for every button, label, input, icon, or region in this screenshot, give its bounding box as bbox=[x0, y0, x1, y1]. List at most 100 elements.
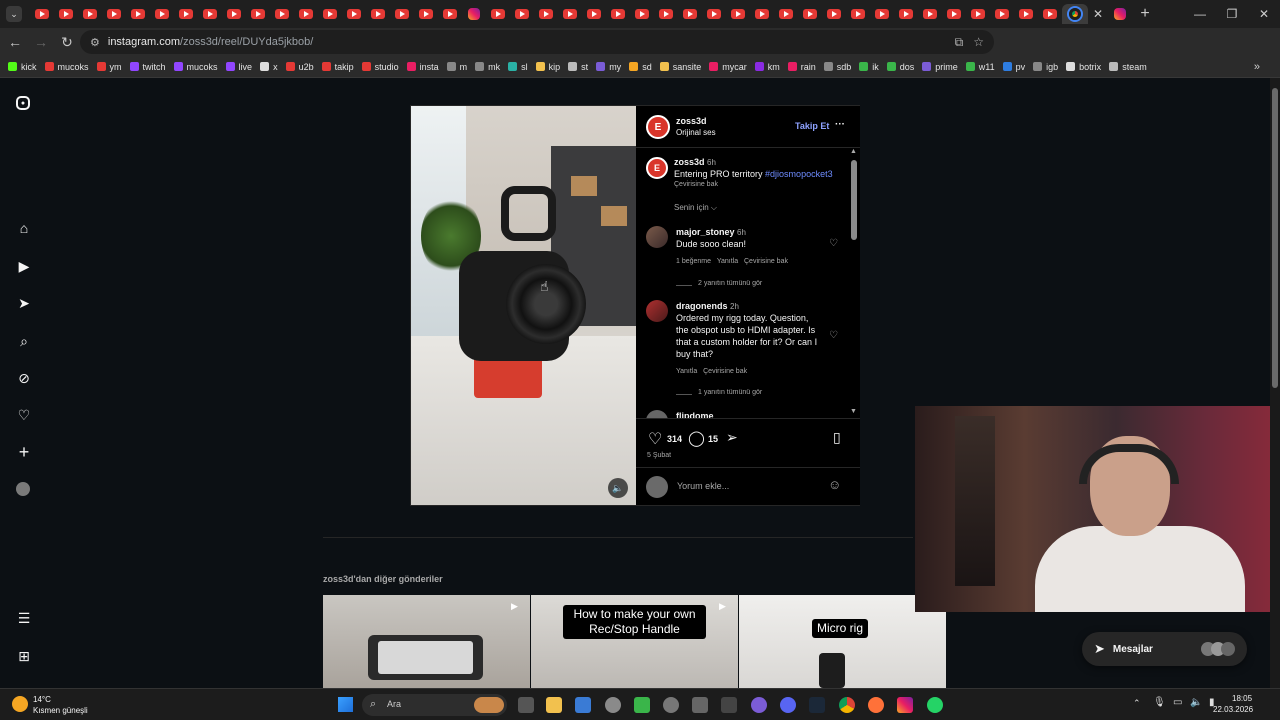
comment-username[interactable]: dragonends bbox=[676, 301, 728, 311]
tab-youtube[interactable] bbox=[822, 4, 846, 24]
steam-icon[interactable] bbox=[809, 697, 825, 713]
tab-youtube[interactable] bbox=[1038, 4, 1062, 24]
app-icon[interactable] bbox=[634, 697, 650, 713]
bookmark-item[interactable]: steam bbox=[1109, 62, 1147, 72]
taskbar-search[interactable]: ⌕ Ara bbox=[362, 694, 507, 716]
commenter-avatar[interactable] bbox=[646, 300, 668, 322]
tab-youtube[interactable] bbox=[1014, 4, 1038, 24]
comment-username[interactable]: flipdome bbox=[676, 411, 714, 418]
tab-youtube[interactable] bbox=[510, 4, 534, 24]
scroll-down-icon[interactable]: ▼ bbox=[850, 408, 857, 415]
close-window-icon[interactable]: ✕ bbox=[1248, 0, 1280, 28]
tab-youtube[interactable] bbox=[942, 4, 966, 24]
tab-youtube[interactable] bbox=[534, 4, 558, 24]
view-replies-link[interactable]: 2 yanıtın tümünü gör bbox=[698, 280, 762, 287]
microphone-icon[interactable]: 🎙 bbox=[1153, 697, 1166, 708]
create-plus-icon[interactable]: + bbox=[16, 442, 32, 462]
bookmarks-overflow-icon[interactable]: » bbox=[1254, 61, 1260, 73]
tab-youtube[interactable] bbox=[342, 4, 366, 24]
bookmark-item[interactable]: ik bbox=[859, 62, 879, 72]
scroll-thumb[interactable] bbox=[851, 160, 857, 240]
tab-youtube[interactable] bbox=[798, 4, 822, 24]
settings-icon[interactable] bbox=[605, 697, 621, 713]
install-app-icon[interactable]: ⧉ bbox=[955, 35, 964, 50]
weather-sun-icon[interactable] bbox=[12, 696, 28, 712]
sort-selector[interactable]: Senin için ⌵ bbox=[674, 203, 717, 213]
tab-instagram[interactable] bbox=[462, 4, 486, 24]
add-comment-input[interactable]: Yorum ekle... bbox=[677, 481, 729, 491]
page-scroll-thumb[interactable] bbox=[1272, 88, 1278, 388]
bookmark-item[interactable]: st bbox=[568, 62, 588, 72]
home-icon[interactable]: ⌂ bbox=[16, 220, 32, 236]
tab-youtube[interactable] bbox=[894, 4, 918, 24]
tab-active[interactable] bbox=[1062, 4, 1088, 24]
tab-youtube[interactable] bbox=[390, 4, 414, 24]
bookmark-item[interactable]: sansite bbox=[659, 62, 701, 72]
tab-youtube[interactable] bbox=[582, 4, 606, 24]
network-icon[interactable]: ▭ bbox=[1173, 697, 1182, 708]
bookmark-item[interactable]: sl bbox=[508, 62, 528, 72]
bookmark-item[interactable]: w11 bbox=[965, 62, 995, 72]
tab-youtube[interactable] bbox=[678, 4, 702, 24]
more-options-icon[interactable]: ··· bbox=[835, 119, 845, 130]
tab-youtube[interactable] bbox=[366, 4, 390, 24]
more-menu-icon[interactable]: ☰ bbox=[16, 610, 32, 626]
messages-button[interactable]: ➤ Mesajlar bbox=[1082, 632, 1247, 666]
bookmark-item[interactable]: studio bbox=[361, 62, 399, 72]
reel-video[interactable]: ☝ 🔈 bbox=[411, 106, 636, 505]
whatsapp-icon[interactable] bbox=[927, 697, 943, 713]
bookmark-item[interactable]: mk bbox=[475, 62, 500, 72]
tab-instagram[interactable] bbox=[1108, 4, 1132, 24]
tab-youtube[interactable] bbox=[438, 4, 462, 24]
also-from-meta-icon[interactable]: ⊞ bbox=[16, 648, 32, 664]
tab-youtube[interactable] bbox=[126, 4, 150, 24]
bookmark-item[interactable]: kick bbox=[8, 62, 37, 72]
comment-username[interactable]: major_stoney bbox=[676, 227, 735, 237]
tab-youtube[interactable] bbox=[294, 4, 318, 24]
caption-username[interactable]: zoss3d bbox=[674, 157, 705, 167]
tab-youtube[interactable] bbox=[990, 4, 1014, 24]
tab-youtube[interactable] bbox=[198, 4, 222, 24]
commenter-avatar[interactable] bbox=[646, 410, 668, 418]
follow-button[interactable]: Takip Et bbox=[795, 121, 829, 131]
comment-likes[interactable]: 1 beğenme bbox=[676, 258, 711, 265]
tab-youtube[interactable] bbox=[222, 4, 246, 24]
clock-date[interactable]: 22.03.2026 bbox=[1213, 705, 1253, 714]
tab-youtube[interactable] bbox=[630, 4, 654, 24]
comment-icon[interactable]: ◯ bbox=[688, 429, 705, 447]
close-tab-icon[interactable]: ✕ bbox=[1088, 7, 1108, 21]
scroll-up-icon[interactable]: ▲ bbox=[850, 148, 857, 155]
bookmark-item[interactable]: takip bbox=[321, 62, 354, 72]
bookmark-item[interactable]: m bbox=[446, 62, 467, 72]
tab-youtube[interactable] bbox=[870, 4, 894, 24]
profile-avatar-icon[interactable] bbox=[16, 482, 30, 496]
tab-youtube[interactable] bbox=[246, 4, 270, 24]
tab-youtube[interactable] bbox=[726, 4, 750, 24]
back-icon[interactable]: ← bbox=[4, 34, 26, 50]
mute-toggle-icon[interactable]: 🔈 bbox=[608, 478, 628, 498]
search-icon[interactable]: ⌕ bbox=[16, 333, 32, 349]
volume-icon[interactable]: 🔈 bbox=[1190, 697, 1202, 708]
comment-like-icon[interactable]: ♡ bbox=[829, 330, 838, 341]
post-thumbnail[interactable]: ▶ bbox=[323, 595, 530, 688]
bookmark-item[interactable]: prime bbox=[922, 62, 958, 72]
bookmark-item[interactable]: pv bbox=[1002, 62, 1025, 72]
instagram-logo-icon[interactable]: ● bbox=[16, 96, 30, 110]
weather-desc[interactable]: Kısmen güneşli bbox=[33, 706, 88, 715]
caption-avatar[interactable]: E bbox=[646, 157, 668, 179]
comment-like-icon[interactable]: ♡ bbox=[829, 238, 838, 249]
bookmark-item[interactable]: kip bbox=[535, 62, 560, 72]
site-info-icon[interactable]: ⚙ bbox=[90, 36, 100, 49]
bookmark-item[interactable]: ym bbox=[96, 62, 122, 72]
bookmark-item[interactable]: my bbox=[596, 62, 621, 72]
tab-youtube[interactable] bbox=[774, 4, 798, 24]
comment-reply[interactable]: Yanıtla bbox=[676, 368, 697, 375]
save-bookmark-icon[interactable]: ▯ bbox=[833, 429, 841, 446]
bookmark-item[interactable]: twitch bbox=[129, 62, 166, 72]
page-scrollbar[interactable] bbox=[1270, 78, 1280, 688]
like-heart-icon[interactable]: ♡ bbox=[648, 429, 662, 449]
tab-youtube[interactable] bbox=[78, 4, 102, 24]
app-icon[interactable] bbox=[663, 697, 679, 713]
reels-icon[interactable]: ▶ bbox=[16, 258, 32, 274]
tab-youtube[interactable] bbox=[966, 4, 990, 24]
